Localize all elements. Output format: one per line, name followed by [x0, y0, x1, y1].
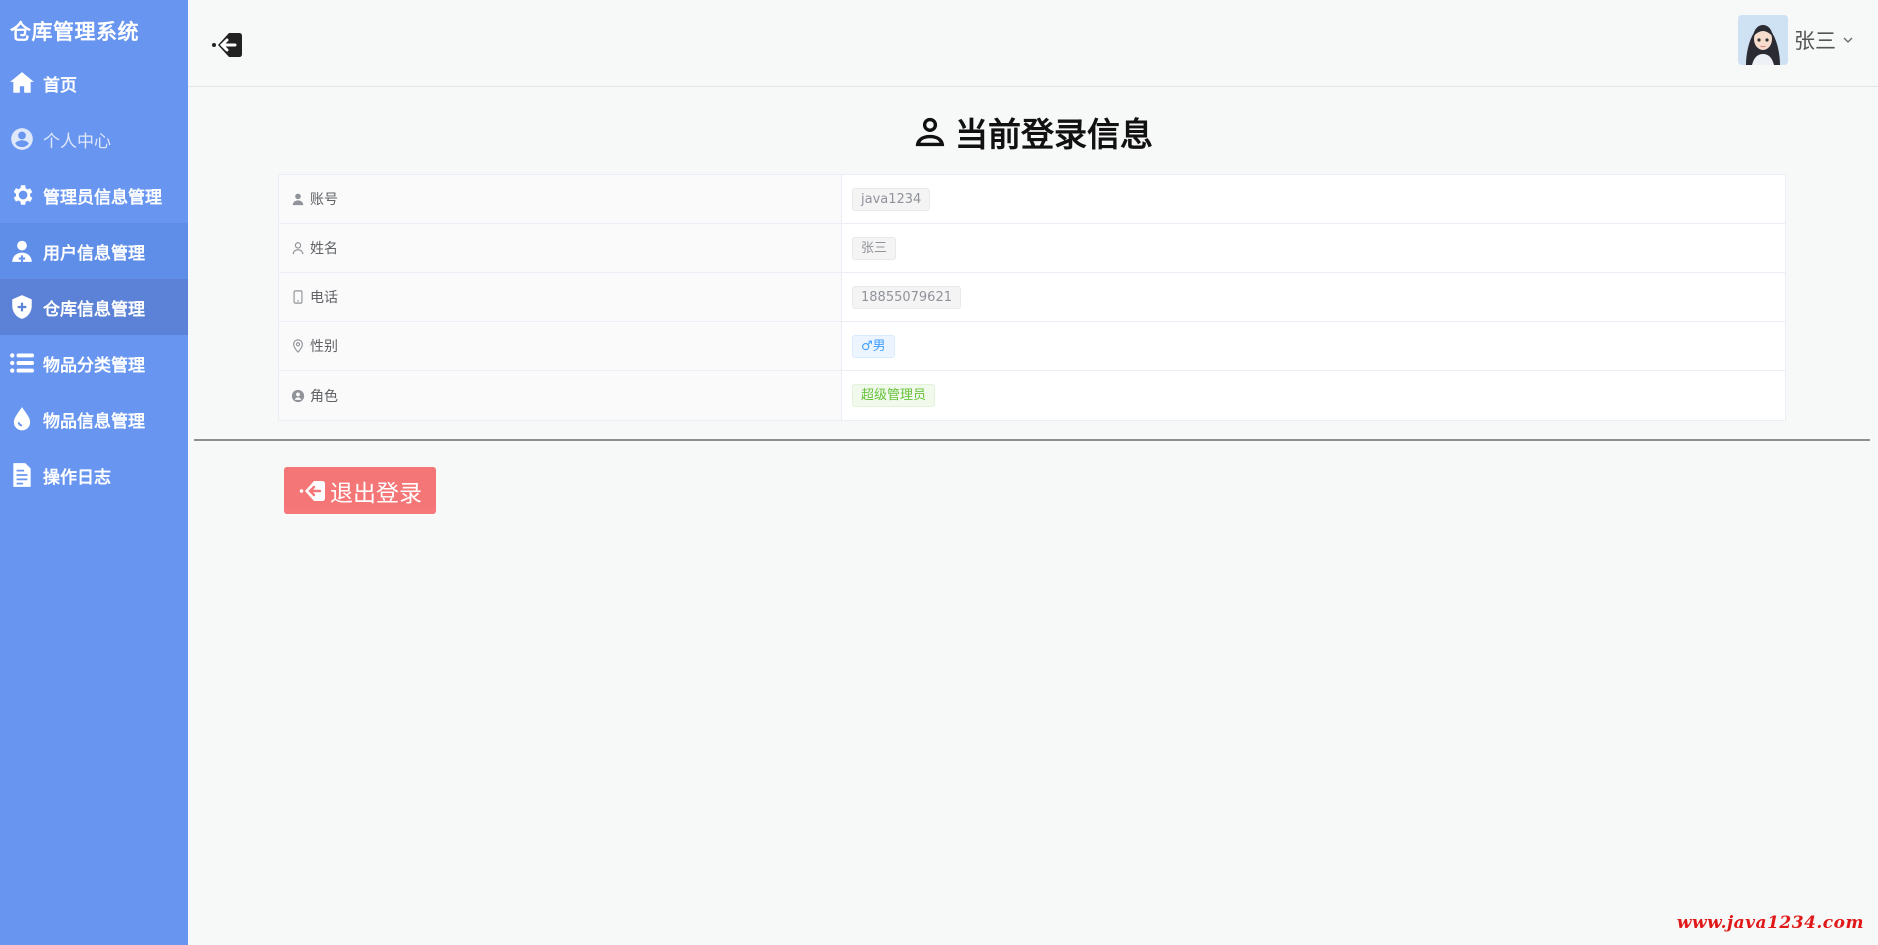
sidebar-item-label: 首页 — [43, 75, 77, 96]
sidebar-item-category[interactable]: 物品分类管理 — [0, 335, 188, 391]
top-header: 张三 — [188, 0, 1878, 87]
logout-arrow-icon — [299, 480, 325, 501]
page-title: 当前登录信息 — [188, 108, 1878, 156]
sidebar-item-home[interactable]: 首页 — [0, 55, 188, 111]
logout-button[interactable]: 退出登录 — [284, 467, 436, 514]
document-icon — [9, 461, 43, 489]
sidebar-item-warehouse[interactable]: 仓库信息管理 — [0, 279, 188, 335]
value-tag: java1234 — [852, 187, 931, 211]
sidebar-item-label: 物品信息管理 — [43, 411, 145, 432]
info-value: ♂男 — [842, 322, 1785, 370]
info-value: 18855079621 — [842, 273, 1785, 321]
watermark: www.java1234.com — [1676, 913, 1864, 933]
sidebar-item-label: 仓库信息管理 — [43, 299, 145, 320]
divider — [194, 439, 1870, 441]
user-circle-icon — [9, 125, 43, 153]
logout-label: 退出登录 — [330, 480, 422, 507]
info-row-account: 账号 java1234 — [279, 175, 1785, 224]
info-row-gender: 性别 ♂男 — [279, 322, 1785, 371]
info-label: 电话 — [279, 273, 842, 321]
sidebar-item-logs[interactable]: 操作日志 — [0, 447, 188, 503]
sidebar-item-label: 用户信息管理 — [43, 243, 145, 264]
user-name: 张三 — [1794, 29, 1836, 53]
role-tag: 超级管理员 — [852, 384, 936, 407]
info-row-name: 姓名 张三 — [279, 224, 1785, 273]
value-tag: 张三 — [852, 236, 897, 260]
user-badge-icon — [915, 117, 945, 147]
gear-icon — [9, 181, 43, 209]
phone-icon — [293, 290, 303, 304]
user-icon — [292, 193, 304, 206]
info-value: 张三 — [842, 224, 1785, 272]
back-arrow-icon[interactable] — [208, 29, 244, 61]
info-value: java1234 — [842, 175, 1785, 223]
sidebar-item-label: 管理员信息管理 — [43, 187, 162, 208]
info-label: 账号 — [279, 175, 842, 223]
info-label: 姓名 — [279, 224, 842, 272]
sidebar-item-label: 物品分类管理 — [43, 355, 145, 376]
home-icon — [9, 69, 43, 97]
user-outline-icon — [292, 242, 304, 255]
sidebar-item-label: 个人中心 — [43, 131, 111, 152]
info-label: 角色 — [279, 371, 842, 420]
sidebar-item-goods[interactable]: 物品信息管理 — [0, 391, 188, 447]
value-tag: 18855079621 — [852, 285, 961, 309]
info-row-role: 角色 超级管理员 — [279, 371, 1785, 420]
drop-icon — [9, 405, 43, 433]
avatar — [1738, 15, 1788, 65]
sidebar: 仓库管理系统 首页 个人中心 管理员信息管理 用户信息管理 仓库信息管理 物品分… — [0, 0, 188, 945]
role-icon — [291, 389, 305, 402]
user-menu[interactable]: 张三 — [1738, 15, 1854, 65]
info-value: 超级管理员 — [842, 371, 1785, 420]
info-table: 账号 java1234 姓名 张三 电话 18855079621 性别 ♂男 角… — [278, 174, 1786, 421]
shield-icon — [9, 293, 43, 321]
sidebar-item-users[interactable]: 用户信息管理 — [0, 223, 188, 279]
app-brand: 仓库管理系统 — [10, 20, 139, 44]
location-icon — [293, 339, 303, 353]
info-row-phone: 电话 18855079621 — [279, 273, 1785, 322]
info-label: 性别 — [279, 322, 842, 370]
sidebar-item-label: 操作日志 — [43, 467, 111, 488]
list-icon — [9, 349, 43, 377]
sidebar-item-profile[interactable]: 个人中心 — [0, 111, 188, 167]
gender-tag: ♂男 — [852, 334, 895, 358]
user-plus-icon — [9, 237, 43, 265]
page-title-text: 当前登录信息 — [955, 115, 1153, 154]
chevron-down-icon — [1843, 37, 1853, 43]
sidebar-item-admin[interactable]: 管理员信息管理 — [0, 167, 188, 223]
